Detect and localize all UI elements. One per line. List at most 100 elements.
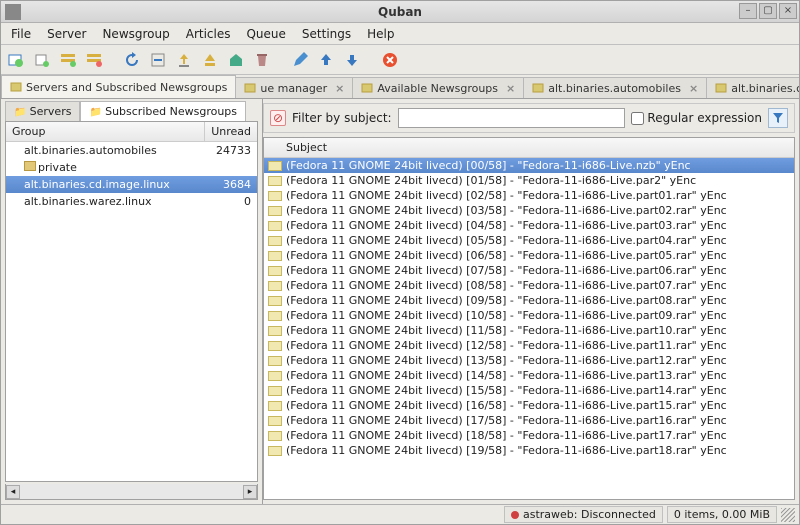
article-subject: (Fedora 11 GNOME 24bit livecd) [15/58] -… <box>286 384 727 397</box>
tab-ue-manager[interactable]: ue manager× <box>235 77 353 98</box>
filter-input[interactable] <box>398 108 626 128</box>
tab-servers-and-subscribed-newsgroups[interactable]: Servers and Subscribed Newsgroups <box>1 75 236 98</box>
apply-filter-button[interactable] <box>768 108 788 128</box>
regex-checkbox[interactable] <box>631 112 644 125</box>
article-row[interactable]: (Fedora 11 GNOME 24bit livecd) [14/58] -… <box>264 368 794 383</box>
article-row[interactable]: (Fedora 11 GNOME 24bit livecd) [07/58] -… <box>264 263 794 278</box>
article-row[interactable]: (Fedora 11 GNOME 24bit livecd) [16/58] -… <box>264 398 794 413</box>
tab-icon <box>244 82 256 94</box>
article-row[interactable]: (Fedora 11 GNOME 24bit livecd) [05/58] -… <box>264 233 794 248</box>
resize-grip[interactable] <box>781 508 795 522</box>
tab-alt-binaries-automobiles[interactable]: alt.binaries.automobiles× <box>523 77 707 98</box>
subtab-subscribed-newsgroups[interactable]: 📁 Subscribed Newsgroups <box>80 101 246 121</box>
up-button[interactable] <box>315 49 337 71</box>
article-row[interactable]: (Fedora 11 GNOME 24bit livecd) [09/58] -… <box>264 293 794 308</box>
article-row[interactable]: (Fedora 11 GNOME 24bit livecd) [01/58] -… <box>264 173 794 188</box>
write-button[interactable] <box>289 49 311 71</box>
article-row[interactable]: (Fedora 11 GNOME 24bit livecd) [00/58] -… <box>264 158 794 173</box>
subtab-label: Subscribed Newsgroups <box>105 105 237 118</box>
maximize-button[interactable]: ▢ <box>759 3 777 19</box>
add-item-button[interactable] <box>57 49 79 71</box>
refresh-button[interactable] <box>121 49 143 71</box>
article-subject: (Fedora 11 GNOME 24bit livecd) [06/58] -… <box>286 249 727 262</box>
envelope-icon <box>268 221 282 231</box>
envelope-icon <box>268 281 282 291</box>
tab-close-icon[interactable]: × <box>335 82 344 95</box>
close-button[interactable]: × <box>779 3 797 19</box>
subtab-icon: 📁 <box>89 107 105 118</box>
group-unread: 3684 <box>205 177 257 192</box>
menu-settings[interactable]: Settings <box>296 25 357 43</box>
article-row[interactable]: (Fedora 11 GNOME 24bit livecd) [13/58] -… <box>264 353 794 368</box>
status-items-text: 0 items, 0.00 MiB <box>674 508 770 521</box>
eject-button[interactable] <box>199 49 221 71</box>
tab-available-newsgroups[interactable]: Available Newsgroups× <box>352 77 524 98</box>
minimize-button[interactable]: – <box>739 3 757 19</box>
article-row[interactable]: (Fedora 11 GNOME 24bit livecd) [03/58] -… <box>264 203 794 218</box>
folder-icon <box>24 161 36 171</box>
menu-articles[interactable]: Articles <box>180 25 237 43</box>
tree-header: Group Unread <box>6 122 257 142</box>
menu-help[interactable]: Help <box>361 25 400 43</box>
article-row[interactable]: (Fedora 11 GNOME 24bit livecd) [19/58] -… <box>264 443 794 458</box>
scroll-right-button[interactable]: ▸ <box>243 485 257 499</box>
article-row[interactable]: (Fedora 11 GNOME 24bit livecd) [12/58] -… <box>264 338 794 353</box>
group-row[interactable]: private <box>6 159 257 176</box>
filter-label: Filter by subject: <box>292 111 392 125</box>
stop-button[interactable] <box>379 49 401 71</box>
article-subject: (Fedora 11 GNOME 24bit livecd) [10/58] -… <box>286 309 727 322</box>
article-row[interactable]: (Fedora 11 GNOME 24bit livecd) [11/58] -… <box>264 323 794 338</box>
main-tabstrip: Servers and Subscribed Newsgroupsue mana… <box>1 75 799 99</box>
remove-item-button[interactable] <box>83 49 105 71</box>
menu-newsgroup[interactable]: Newsgroup <box>96 25 175 43</box>
regex-toggle[interactable]: Regular expression <box>631 111 762 125</box>
article-row[interactable]: (Fedora 11 GNOME 24bit livecd) [06/58] -… <box>264 248 794 263</box>
scroll-left-button[interactable]: ◂ <box>6 485 20 499</box>
group-row[interactable]: alt.binaries.warez.linux0 <box>6 193 257 210</box>
envelope-icon <box>268 341 282 351</box>
tab-close-icon[interactable]: × <box>689 82 698 95</box>
down-button[interactable] <box>341 49 363 71</box>
home-button[interactable] <box>225 49 247 71</box>
new-group-button[interactable] <box>5 49 27 71</box>
trash-button[interactable] <box>251 49 273 71</box>
status-server: astraweb: Disconnected <box>504 506 663 523</box>
menu-file[interactable]: File <box>5 25 37 43</box>
article-subject: (Fedora 11 GNOME 24bit livecd) [03/58] -… <box>286 204 727 217</box>
article-row[interactable]: (Fedora 11 GNOME 24bit livecd) [10/58] -… <box>264 308 794 323</box>
add-server-button[interactable] <box>31 49 53 71</box>
filter-clear-icon[interactable]: ⊘ <box>270 110 286 126</box>
group-row[interactable]: alt.binaries.cd.image.linux3684 <box>6 176 257 193</box>
tree-header-group[interactable]: Group <box>6 122 205 141</box>
tree-hscroll[interactable]: ◂ ▸ <box>5 484 258 500</box>
menu-queue[interactable]: Queue <box>240 25 291 43</box>
group-row[interactable]: alt.binaries.automobiles24733 <box>6 142 257 159</box>
article-subject: (Fedora 11 GNOME 24bit livecd) [01/58] -… <box>286 174 696 187</box>
tab-icon <box>361 82 373 94</box>
tab-alt-binaries-cd-image-linux[interactable]: alt.binaries.cd.image.linux× <box>706 77 799 98</box>
tree-header-unread[interactable]: Unread <box>205 122 257 141</box>
article-subject: (Fedora 11 GNOME 24bit livecd) [11/58] -… <box>286 324 727 337</box>
status-items: 0 items, 0.00 MiB <box>667 506 777 523</box>
article-row[interactable]: (Fedora 11 GNOME 24bit livecd) [15/58] -… <box>264 383 794 398</box>
article-row[interactable]: (Fedora 11 GNOME 24bit livecd) [08/58] -… <box>264 278 794 293</box>
article-row[interactable]: (Fedora 11 GNOME 24bit livecd) [18/58] -… <box>264 428 794 443</box>
filter-bar: ⊘ Filter by subject: Regular expression <box>263 103 795 133</box>
article-subject: (Fedora 11 GNOME 24bit livecd) [08/58] -… <box>286 279 727 292</box>
subtab-label: Servers <box>30 105 72 118</box>
group-tree: Group Unread alt.binaries.automobiles247… <box>5 121 258 482</box>
list-header-subject[interactable]: Subject <box>264 138 794 158</box>
article-row[interactable]: (Fedora 11 GNOME 24bit livecd) [17/58] -… <box>264 413 794 428</box>
upload-button[interactable] <box>173 49 195 71</box>
article-row[interactable]: (Fedora 11 GNOME 24bit livecd) [04/58] -… <box>264 218 794 233</box>
article-subject: (Fedora 11 GNOME 24bit livecd) [14/58] -… <box>286 369 727 382</box>
envelope-icon <box>268 416 282 426</box>
group-name: alt.binaries.cd.image.linux <box>20 177 205 192</box>
article-row[interactable]: (Fedora 11 GNOME 24bit livecd) [02/58] -… <box>264 188 794 203</box>
tab-close-icon[interactable]: × <box>506 82 515 95</box>
sync-button[interactable] <box>147 49 169 71</box>
tab-icon <box>10 81 22 93</box>
menu-server[interactable]: Server <box>41 25 92 43</box>
article-list[interactable]: Subject (Fedora 11 GNOME 24bit livecd) [… <box>264 138 794 499</box>
subtab-servers[interactable]: 📁 Servers <box>5 101 80 121</box>
